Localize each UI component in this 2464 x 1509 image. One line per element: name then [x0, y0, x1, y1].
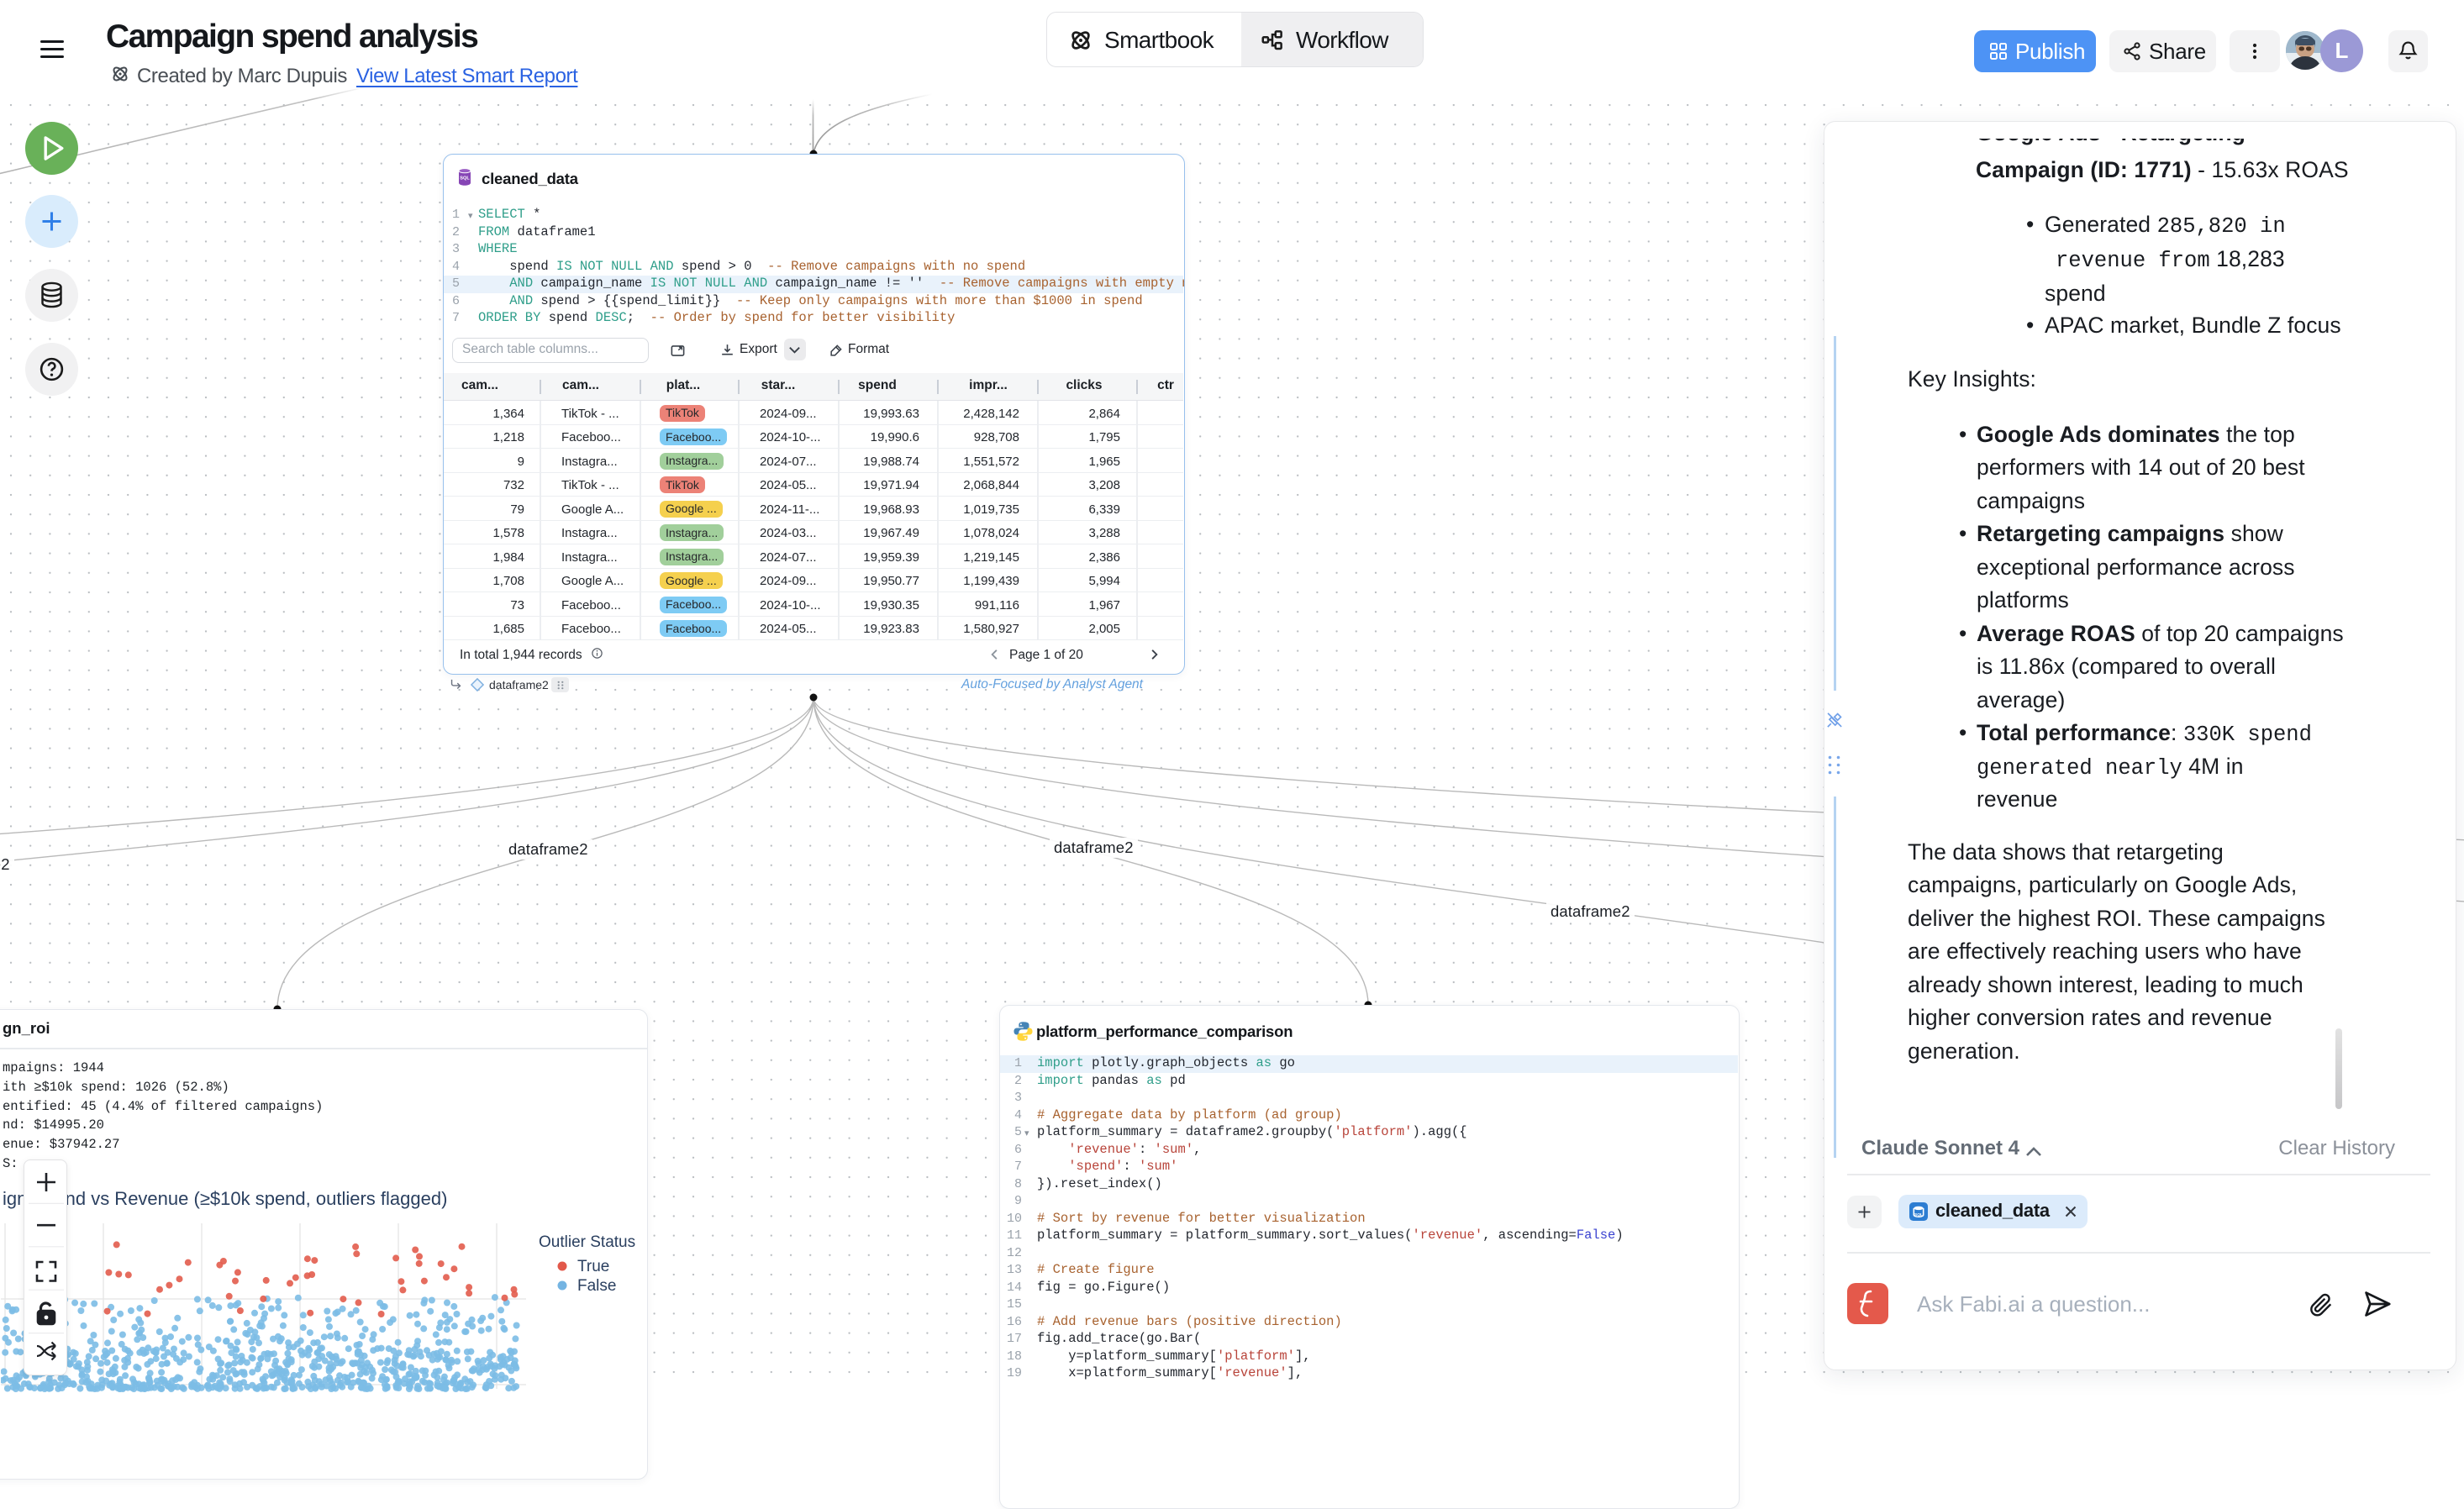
svg-text:SQL: SQL: [460, 176, 470, 181]
svg-text:SQL: SQL: [1914, 1212, 1923, 1217]
svg-text:False: False: [577, 1277, 616, 1295]
svg-text:True: True: [577, 1258, 609, 1275]
svg-text:Outlier Status: Outlier Status: [539, 1233, 635, 1251]
